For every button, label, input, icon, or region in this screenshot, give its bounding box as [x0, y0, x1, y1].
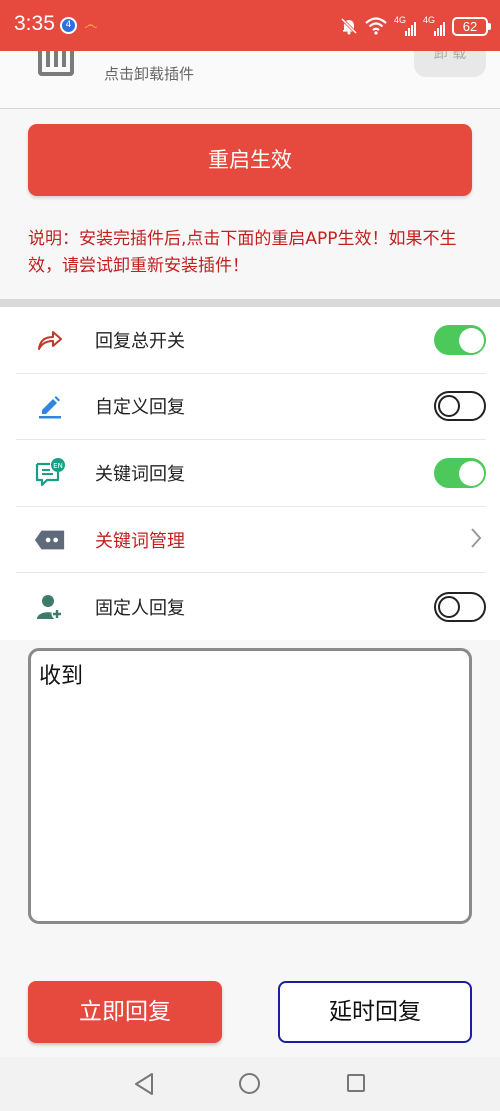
restart-button[interactable]: 重启生效	[28, 124, 472, 196]
delay-reply-button[interactable]: 延时回复	[278, 981, 472, 1043]
svg-text:EN: EN	[53, 462, 63, 470]
setting-label: 回复总开关	[95, 330, 185, 352]
battery-level: 62	[462, 18, 478, 34]
person-add-icon	[34, 591, 66, 623]
status-indicators: 4G 4G 62	[340, 14, 491, 38]
chat-en-icon: EN	[34, 457, 66, 489]
share-arrow-icon	[34, 324, 66, 356]
setting-row-keyword-management[interactable]: 关键词管理	[16, 507, 486, 574]
settings-list: 回复总开关 自定义回复 EN 关键词回复 关键词管理 固定人回复	[0, 307, 500, 640]
reply-content-textarea[interactable]: 收到	[28, 648, 472, 924]
setting-row-master-switch: 回复总开关	[16, 307, 486, 374]
app-badge-icon: 4	[60, 17, 77, 34]
fixed-person-reply-toggle[interactable]	[434, 591, 486, 622]
master-switch-toggle[interactable]	[434, 324, 486, 355]
app-s-icon: ෴	[83, 17, 98, 33]
signal-1-icon: 4G	[394, 16, 416, 36]
section-divider	[0, 299, 500, 307]
message-tag-icon	[34, 524, 66, 556]
uninstall-plugin-row: 点击卸载插件 卸 载	[0, 51, 500, 109]
nav-back-icon[interactable]	[133, 1072, 155, 1096]
install-notice: 说明：安装完插件后,点击下面的重启APP生效！如果不生效，请尝试卸重新安装插件！	[28, 229, 457, 276]
custom-reply-toggle[interactable]	[434, 391, 486, 422]
signal-2-icon: 4G	[423, 16, 445, 36]
setting-label: 固定人回复	[95, 597, 185, 619]
status-bar: 3:35 4 ෴ 4G 4G 62	[0, 0, 500, 51]
wifi-icon	[365, 17, 387, 35]
battery-icon: 62	[452, 16, 491, 36]
status-time: 3:35	[14, 12, 55, 35]
trash-icon	[38, 51, 74, 76]
nav-recent-apps-icon[interactable]	[347, 1074, 365, 1092]
chevron-right-icon	[470, 527, 482, 553]
pencil-icon	[34, 390, 66, 422]
setting-row-fixed-person-reply: 固定人回复	[16, 573, 486, 640]
uninstall-button[interactable]: 卸 载	[414, 51, 486, 77]
setting-label: 关键词管理	[95, 530, 185, 552]
keyword-reply-toggle[interactable]	[434, 457, 486, 488]
setting-row-keyword-reply: EN 关键词回复	[16, 440, 486, 507]
setting-label: 自定义回复	[95, 397, 185, 419]
mute-bell-icon	[340, 17, 358, 35]
reply-now-button[interactable]: 立即回复	[28, 981, 222, 1043]
navigation-bar	[0, 1057, 500, 1111]
setting-label: 关键词回复	[95, 463, 185, 485]
nav-home-icon[interactable]	[239, 1073, 260, 1094]
setting-row-custom-reply: 自定义回复	[16, 374, 486, 441]
uninstall-hint: 点击卸载插件	[104, 65, 195, 83]
